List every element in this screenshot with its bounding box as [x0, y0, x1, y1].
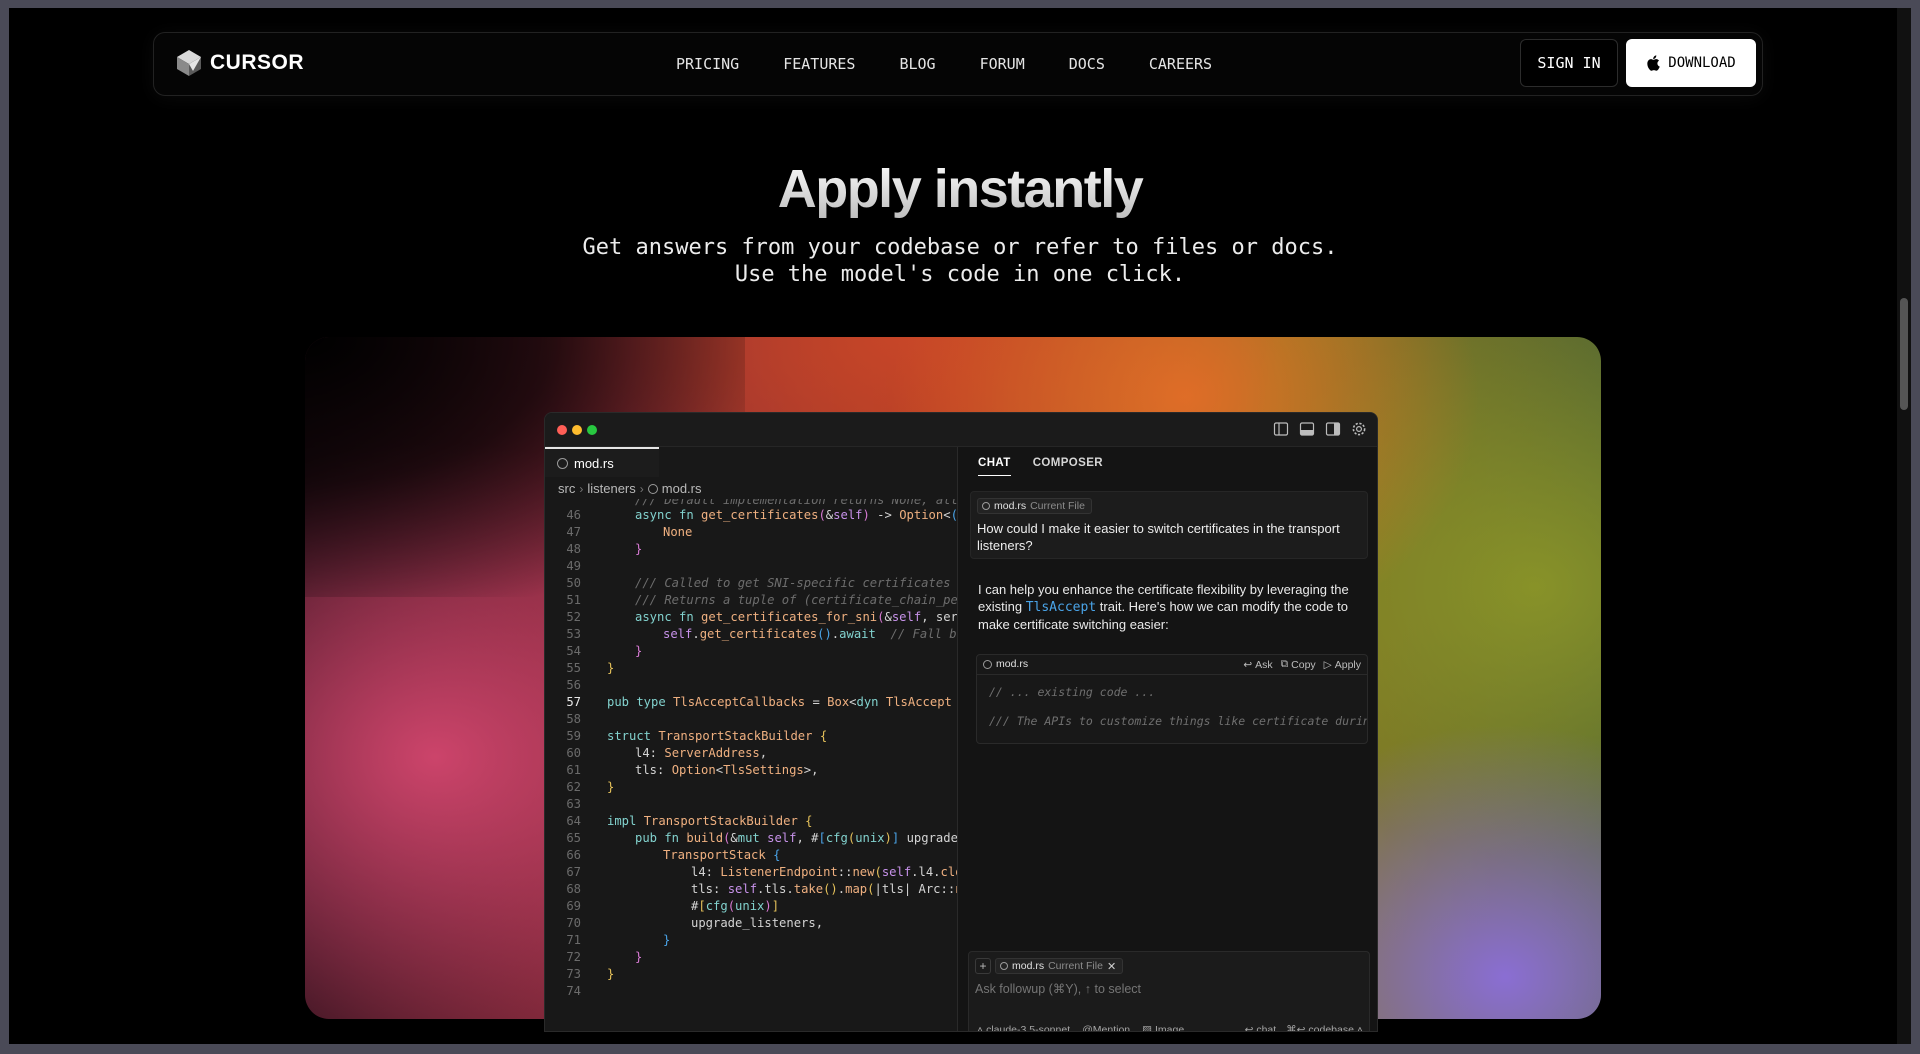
code-block-header: mod.rs ↩ Ask ⧉ Copy ▷ Apply — [977, 655, 1367, 675]
chevron-right-icon: › — [579, 481, 584, 496]
chat-panel: CHAT COMPOSER mod.rs Current File How co… — [957, 447, 1377, 1032]
context-label: Current File — [1048, 960, 1103, 972]
reply-icon: ↩ — [1243, 658, 1253, 671]
maximize-window-dot[interactable] — [587, 425, 597, 435]
chevron-up-icon: ˄ — [1353, 1024, 1363, 1032]
chat-tabs: CHAT COMPOSER — [978, 457, 1103, 476]
context-file: mod.rs — [994, 500, 1027, 512]
model-selector[interactable]: ˄ claude-3.5-sonnet — [977, 1024, 1070, 1032]
editor-window: mod.rs src › listeners › mod.rs /// Defa… — [544, 412, 1378, 1032]
ask-button[interactable]: ↩ Ask — [1243, 658, 1272, 671]
brand-logo[interactable]: CURSOR — [176, 49, 304, 77]
page-scrollbar[interactable] — [1897, 8, 1911, 1044]
download-label: DOWNLOAD — [1668, 55, 1736, 71]
breadcrumb-item[interactable]: src — [558, 481, 575, 496]
nav-link-docs[interactable]: DOCS — [1069, 55, 1105, 73]
context-label: Current File — [1030, 500, 1085, 512]
cursor-logo-icon — [177, 50, 201, 76]
tab-composer[interactable]: COMPOSER — [1033, 457, 1103, 476]
suggested-code-block: mod.rs ↩ Ask ⧉ Copy ▷ Apply // ... existing… — [976, 654, 1368, 744]
followup-input[interactable] — [975, 982, 1355, 996]
tab-label: mod.rs — [574, 455, 614, 471]
apple-icon — [1647, 55, 1660, 71]
code-block-filename: mod.rs — [996, 658, 1029, 670]
add-context-button[interactable]: + — [975, 958, 991, 974]
apply-button[interactable]: ▷ Apply — [1324, 658, 1361, 671]
chat-input-box: + mod.rs Current File ✕ ˄ claude-3.5-son… — [968, 951, 1370, 1032]
brand-name: CURSOR — [210, 51, 305, 74]
titlebar-icons — [1273, 421, 1367, 437]
hero-subtitle-line-2: Use the model's code in one click. — [734, 262, 1186, 287]
image-button[interactable]: ▨ Image — [1142, 1024, 1184, 1032]
minimize-window-dot[interactable] — [572, 425, 582, 435]
chevron-up-icon: ˄ — [977, 1024, 987, 1032]
browser-frame: CURSOR PRICING FEATURES BLOG FORUM DOCS … — [0, 0, 1920, 1054]
user-message-text: How could I make it easier to switch cer… — [977, 521, 1340, 553]
nav-link-careers[interactable]: CAREERS — [1149, 55, 1212, 73]
breadcrumb: src › listeners › mod.rs — [558, 481, 702, 496]
code-block-line: // ... existing code ... — [989, 685, 1156, 699]
codebase-submit-button[interactable]: ⌘↩ codebase ˄ — [1286, 1024, 1363, 1032]
play-icon: ▷ — [1323, 658, 1332, 671]
code-editor[interactable]: /// Default implementation returns None,… — [545, 499, 957, 1031]
editor-titlebar — [545, 413, 1377, 447]
breadcrumb-item[interactable]: listeners — [587, 481, 635, 496]
nav-link-forum[interactable]: FORUM — [980, 55, 1025, 73]
copy-button[interactable]: ⧉ Copy — [1281, 658, 1316, 671]
cmd-enter-icon: ⌘↩ — [1286, 1024, 1309, 1032]
chat-submit-button[interactable]: ↩ chat — [1244, 1024, 1277, 1032]
download-button[interactable]: DOWNLOAD — [1626, 39, 1756, 87]
context-file: mod.rs — [1012, 960, 1045, 972]
nav-link-pricing[interactable]: PRICING — [676, 55, 739, 73]
rust-file-icon — [557, 457, 568, 469]
hero-title: Apply instantly — [9, 158, 1911, 220]
chevron-right-icon: › — [639, 481, 644, 496]
code-block-line: /// The APIs to customize things like ce… — [989, 714, 1367, 728]
rust-file-icon — [647, 483, 658, 494]
layout-panel-icon[interactable] — [1299, 421, 1315, 437]
gear-icon[interactable] — [1351, 421, 1367, 437]
close-window-dot[interactable] — [557, 425, 567, 435]
ai-response: I can help you enhance the certificate f… — [978, 581, 1368, 633]
tab-chat[interactable]: CHAT — [978, 457, 1011, 476]
enter-icon: ↩ — [1244, 1024, 1257, 1032]
hero-subtitle: Get answers from your codebase or refer … — [9, 234, 1911, 288]
editor-tabbar: mod.rs — [545, 447, 957, 477]
sign-in-button[interactable]: SIGN IN — [1520, 39, 1618, 87]
rust-file-icon — [983, 659, 992, 669]
nav-link-blog[interactable]: BLOG — [899, 55, 935, 73]
mention-button[interactable]: @Mention — [1082, 1024, 1130, 1032]
rust-file-icon — [982, 502, 990, 510]
layout-sidebar-icon[interactable] — [1273, 421, 1289, 437]
at-icon: @ — [1082, 1024, 1093, 1032]
scrollbar-thumb[interactable] — [1900, 298, 1908, 410]
hero-subtitle-line-1: Get answers from your codebase or refer … — [582, 235, 1338, 260]
code-reference[interactable]: TlsAccept — [1026, 600, 1096, 615]
close-icon[interactable]: ✕ — [1107, 960, 1116, 973]
nav-links: PRICING FEATURES BLOG FORUM DOCS CAREERS — [676, 55, 1212, 73]
code-block-actions: ↩ Ask ⧉ Copy ▷ Apply — [1243, 658, 1361, 671]
nav-link-features[interactable]: FEATURES — [783, 55, 855, 73]
context-chip[interactable]: mod.rs Current File — [977, 498, 1092, 514]
code-block-file: mod.rs — [983, 658, 1028, 670]
user-message: mod.rs Current File How could I make it … — [970, 491, 1368, 559]
rust-file-icon — [1000, 962, 1008, 970]
top-nav: CURSOR PRICING FEATURES BLOG FORUM DOCS … — [153, 32, 1763, 96]
context-chip[interactable]: mod.rs Current File ✕ — [995, 958, 1124, 974]
breadcrumb-item[interactable]: mod.rs — [662, 481, 702, 496]
tab-mod-rs[interactable]: mod.rs — [545, 447, 659, 477]
copy-icon: ⧉ — [1280, 658, 1289, 670]
layout-right-icon[interactable] — [1325, 421, 1341, 437]
image-icon: ▨ — [1142, 1024, 1155, 1032]
